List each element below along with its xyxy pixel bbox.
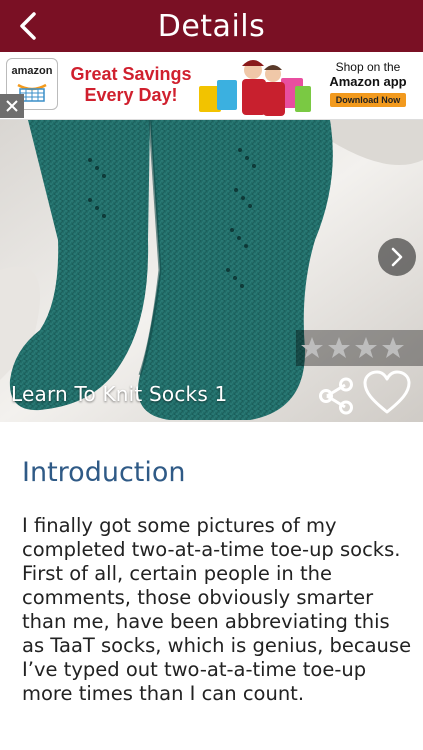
knitted-socks-photo (0, 120, 423, 422)
hero-image: Learn To Knit Socks 1 (0, 120, 423, 422)
ad-close-button[interactable] (0, 94, 24, 118)
chevron-left-icon (20, 12, 36, 40)
share-button[interactable] (316, 376, 356, 416)
ad-cta-line2: Amazon app (329, 74, 407, 89)
favorite-button[interactable] (362, 370, 412, 416)
star-icon (301, 337, 323, 358)
ad-logo-text: amazon (11, 65, 53, 77)
share-icon (319, 377, 353, 415)
page-title: Details (157, 8, 266, 44)
star-icon (382, 337, 404, 358)
ad-cta-line1: Shop on the (335, 60, 401, 74)
heart-icon (363, 370, 411, 414)
section-title: Introduction (22, 457, 186, 488)
ad-headline-line1: Great Savings (70, 64, 192, 84)
star-icon (355, 337, 377, 358)
top-bar: Details (0, 0, 423, 52)
back-button[interactable] (10, 6, 46, 46)
tutorial-title: Learn To Knit Socks 1 (11, 382, 228, 406)
ad-headline-line2: Every Day! (84, 85, 178, 105)
star-icon (328, 337, 350, 358)
next-image-button[interactable] (378, 238, 416, 276)
ad-headline: Great Savings Every Day! (64, 64, 198, 106)
ad-cta: Shop on the Amazon app Download Now (318, 60, 418, 108)
chevron-right-icon (391, 247, 403, 267)
intro-text: I finally got some pictures of my comple… (22, 514, 412, 705)
shoppers-illustration (199, 60, 311, 116)
ad-banner[interactable]: amazon Great Savings Every Day! Shop on … (0, 52, 423, 120)
close-icon (6, 100, 18, 112)
download-now-button[interactable]: Download Now (329, 93, 407, 107)
star-rating (296, 330, 423, 366)
